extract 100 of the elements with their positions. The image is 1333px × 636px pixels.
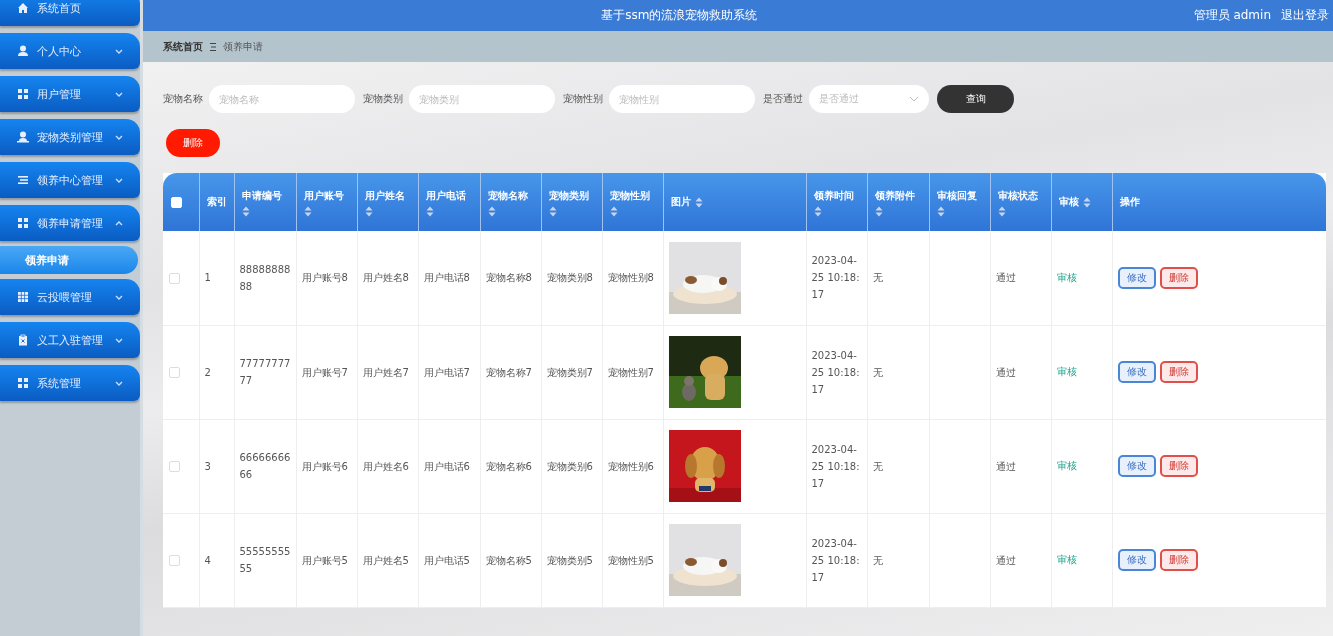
column-header[interactable]: 领养时间: [806, 173, 867, 231]
column-header[interactable]: 用户账号: [296, 173, 357, 231]
field-label: 宠物性别: [563, 92, 603, 106]
delete-button[interactable]: 删除: [1159, 266, 1198, 289]
sort-icon: [936, 205, 945, 217]
sort-icon: [694, 196, 703, 208]
menu-item[interactable]: 领养申请管理: [0, 205, 140, 241]
column-header[interactable]: 审核: [1051, 173, 1112, 231]
table-cell: 用户姓名6: [362, 460, 409, 472]
table-cell: 用户姓名5: [362, 554, 409, 566]
breadcrumb-current: 领养申请: [223, 39, 263, 54]
sort-icon: [548, 205, 557, 217]
table-cell: 宠物性别5: [607, 554, 654, 566]
column-header[interactable]: 用户电话: [418, 173, 480, 231]
sort-icon: [487, 205, 496, 217]
table-cell: 宠物名称7: [485, 366, 532, 378]
table-cell: 宠物类别7: [546, 366, 593, 378]
column-header[interactable]: 用户姓名: [357, 173, 418, 231]
sort-icon: [1082, 196, 1091, 208]
input-field[interactable]: 宠物名称: [209, 85, 355, 113]
menu-item[interactable]: 领养中心管理: [0, 162, 140, 198]
field-label: 是否通过: [763, 92, 803, 106]
sort-icon: [303, 205, 312, 217]
table-cell: 1: [204, 272, 211, 284]
sort-icon: [997, 205, 1006, 217]
edit-button[interactable]: 修改: [1117, 455, 1156, 477]
review-link[interactable]: 审核: [1056, 271, 1077, 283]
grid-icon: [17, 217, 29, 229]
list-icon: [17, 174, 29, 186]
grid-icon: [17, 291, 29, 303]
field-label: 宠物名称: [163, 92, 203, 106]
table-cell: 宠物类别8: [546, 272, 593, 284]
edit-button[interactable]: 修改: [1117, 361, 1156, 383]
sort-icon: [425, 205, 434, 217]
sort-icon: [609, 205, 618, 217]
column-header[interactable]: 审核回复: [929, 173, 990, 231]
menu-item[interactable]: 系统管理: [0, 365, 140, 401]
table-cell: 2: [204, 366, 211, 378]
column-header[interactable]: 索引: [199, 173, 234, 231]
checkbox[interactable]: [169, 272, 180, 284]
table-cell: 无: [872, 272, 883, 284]
separator-icon: [209, 41, 217, 52]
table-cell: 无: [872, 460, 883, 472]
logout-link[interactable]: 退出登录: [1281, 7, 1329, 24]
table-cell: 宠物名称5: [485, 554, 532, 566]
delete-button[interactable]: 删除: [1159, 455, 1198, 477]
breadcrumb-link[interactable]: 系统首页: [163, 39, 203, 54]
table-cell: 3: [204, 460, 211, 472]
submenu-item[interactable]: 领养申请: [0, 246, 138, 274]
table-cell: 用户账号5: [301, 554, 348, 566]
table-cell: 宠物性别7: [607, 366, 654, 378]
table-cell: 2023-04-25 10:18:17: [811, 349, 860, 395]
menu-item[interactable]: 义工入驻管理: [0, 322, 140, 358]
checkbox[interactable]: [169, 554, 180, 566]
column-header[interactable]: 申请编号: [234, 173, 296, 231]
menu-item[interactable]: 用户管理: [0, 76, 140, 112]
table-cell: 通过: [995, 460, 1016, 472]
menu-item[interactable]: 个人中心: [0, 33, 140, 69]
column-header[interactable]: 宠物类别: [541, 173, 602, 231]
user-icon: [17, 45, 29, 57]
grid-icon: [17, 88, 29, 100]
column-header[interactable]: 领养附件: [867, 173, 929, 231]
review-link[interactable]: 审核: [1056, 554, 1077, 565]
review-link[interactable]: 审核: [1056, 460, 1077, 471]
column-header[interactable]: 图片: [663, 173, 806, 231]
review-link[interactable]: 审核: [1056, 366, 1077, 377]
system-title: 基于ssm的流浪宠物救助系统: [600, 7, 759, 24]
table-cell: 用户电话6: [423, 460, 470, 472]
checkbox[interactable]: [169, 460, 180, 472]
table-cell: 2023-04-25 10:18:17: [811, 537, 860, 583]
search-button[interactable]: 查询: [937, 85, 1014, 113]
delete-button[interactable]: 删除: [1159, 361, 1198, 383]
table-cell: 宠物类别6: [546, 460, 593, 472]
menu-item[interactable]: 宠物类别管理: [0, 119, 140, 155]
grid-icon: [17, 377, 29, 389]
field-label: 宠物类别: [363, 92, 403, 106]
home-icon: [17, 2, 29, 14]
checkbox[interactable]: [169, 366, 180, 378]
sort-icon: [813, 205, 822, 217]
delete-button[interactable]: 删除: [166, 129, 220, 157]
table-cell: 用户电话7: [423, 366, 470, 378]
table-cell: 5555555555: [239, 546, 291, 574]
menu-item[interactable]: 系统首页: [0, 0, 140, 26]
table-cell: 通过: [995, 366, 1016, 378]
column-header[interactable]: 操作: [1112, 173, 1326, 231]
menu-item[interactable]: 云投喂管理: [0, 279, 140, 315]
delete-button[interactable]: 删除: [1159, 549, 1198, 571]
edit-button[interactable]: 修改: [1117, 266, 1156, 289]
column-header[interactable]: 宠物名称: [480, 173, 541, 231]
admin-label: 管理员 admin: [1193, 7, 1271, 24]
table-cell: 宠物名称6: [485, 460, 532, 472]
table-cell: 4: [204, 554, 211, 566]
edit-button[interactable]: 修改: [1117, 549, 1156, 571]
table-cell: 通过: [995, 554, 1016, 566]
sort-icon: [241, 205, 250, 217]
clipboard-icon: [17, 334, 29, 346]
table-cell: 无: [872, 366, 883, 378]
table-cell: 8888888888: [239, 263, 291, 292]
column-header[interactable]: 审核状态: [990, 173, 1051, 231]
column-header[interactable]: 宠物性别: [602, 173, 663, 231]
